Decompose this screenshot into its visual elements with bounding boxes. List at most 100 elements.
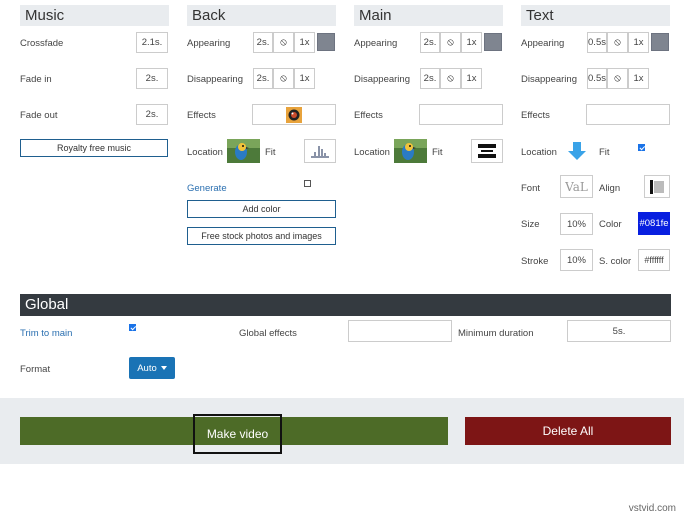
text-location-picker[interactable]	[560, 139, 593, 163]
text-title: Text	[526, 7, 554, 24]
main-effects-picker[interactable]	[419, 104, 503, 125]
stroke-input[interactable]: 10%	[560, 249, 593, 271]
text-effects-picker[interactable]	[586, 104, 670, 125]
effect-thumbnail-icon	[286, 106, 302, 123]
ban-icon: ⦸	[280, 72, 287, 84]
text-fit-checkbox[interactable]	[638, 144, 645, 151]
back-appearing-time[interactable]: 2s.	[253, 32, 273, 53]
back-disappearing-speed[interactable]: 1x	[294, 68, 315, 89]
fit-frame-icon	[478, 144, 496, 158]
color-label: Color	[599, 219, 622, 230]
ban-icon: ⦸	[280, 36, 287, 48]
fade-in-input[interactable]: 2s.	[136, 68, 168, 89]
main-appearing-time[interactable]: 2s.	[420, 32, 440, 53]
parrot-image-icon	[227, 139, 260, 163]
min-duration-label: Minimum duration	[458, 328, 534, 339]
back-title: Back	[192, 7, 226, 24]
make-video-label[interactable]: Make video	[193, 414, 282, 454]
text-appearing-ban-button[interactable]: ⦸	[607, 32, 628, 53]
fade-in-label: Fade in	[20, 74, 52, 85]
align-picker[interactable]	[644, 175, 670, 198]
back-fit-label: Fit	[265, 147, 276, 158]
text-appearing-swatch[interactable]	[651, 33, 669, 51]
text-disappearing-label: Disappearing	[521, 74, 577, 85]
ban-icon: ⦸	[447, 36, 454, 48]
back-location-label: Location	[187, 147, 223, 158]
royalty-free-music-button[interactable]: Royalty free music	[20, 139, 168, 157]
generate-link[interactable]: Generate	[187, 183, 227, 194]
back-appearing-speed[interactable]: 1x	[294, 32, 315, 53]
crossfade-input[interactable]: 2.1s.	[136, 32, 168, 53]
back-fit-picker[interactable]	[304, 139, 336, 163]
back-effects-label: Effects	[187, 110, 216, 121]
arrow-down-icon	[567, 142, 586, 160]
main-location-label: Location	[354, 147, 390, 158]
back-appearing-label: Appearing	[187, 38, 231, 49]
parrot-image-icon	[394, 139, 427, 163]
music-title: Music	[25, 7, 65, 24]
format-value: Auto	[137, 362, 157, 374]
main-appearing-label: Appearing	[354, 38, 398, 49]
watermark: vstvid.com	[628, 503, 676, 514]
ban-icon: ⦸	[614, 72, 621, 84]
s-color-input[interactable]: #ffffff	[638, 249, 670, 271]
text-appearing-speed[interactable]: 1x	[628, 32, 649, 53]
s-color-label: S. color	[599, 256, 632, 267]
main-disappearing-label: Disappearing	[354, 74, 410, 85]
main-title: Main	[359, 7, 392, 24]
global-effects-label: Global effects	[239, 328, 297, 339]
crossfade-label: Crossfade	[20, 38, 64, 49]
add-color-button[interactable]: Add color	[187, 200, 336, 218]
global-title: Global	[25, 296, 69, 313]
generate-checkbox[interactable]	[304, 180, 311, 187]
delete-all-button[interactable]: Delete All	[465, 417, 671, 445]
text-disappearing-ban-button[interactable]: ⦸	[607, 68, 628, 89]
main-disappearing-ban-button[interactable]: ⦸	[440, 68, 461, 89]
chevron-down-icon	[160, 366, 167, 370]
back-disappearing-ban-button[interactable]: ⦸	[273, 68, 294, 89]
color-input[interactable]: #081fe	[638, 212, 670, 235]
back-appearing-swatch[interactable]	[317, 33, 335, 51]
stroke-label: Stroke	[521, 256, 549, 267]
text-location-label: Location	[521, 147, 557, 158]
ban-icon: ⦸	[614, 36, 621, 48]
fade-out-input[interactable]: 2s.	[136, 104, 168, 125]
back-disappearing-label: Disappearing	[187, 74, 243, 85]
text-disappearing-speed[interactable]: 1x	[628, 68, 649, 89]
trim-to-main-checkbox[interactable]	[129, 324, 136, 331]
back-effects-picker[interactable]	[252, 104, 336, 125]
align-label: Align	[599, 183, 621, 194]
free-stock-photos-button[interactable]: Free stock photos and images	[187, 227, 336, 245]
main-disappearing-speed[interactable]: 1x	[461, 68, 482, 89]
font-picker[interactable]: VaL	[560, 175, 593, 198]
main-appearing-speed[interactable]: 1x	[461, 32, 482, 53]
main-fit-label: Fit	[432, 147, 443, 158]
back-disappearing-time[interactable]: 2s.	[253, 68, 273, 89]
back-location-thumbnail[interactable]	[227, 139, 260, 163]
text-effects-label: Effects	[521, 110, 550, 121]
main-fit-picker[interactable]	[471, 139, 503, 163]
main-disappearing-time[interactable]: 2s.	[420, 68, 440, 89]
global-effects-input[interactable]	[348, 320, 452, 342]
ban-icon: ⦸	[447, 72, 454, 84]
format-dropdown[interactable]: Auto	[129, 357, 175, 379]
size-input[interactable]: 10%	[560, 213, 593, 235]
fade-out-label: Fade out	[20, 110, 58, 121]
text-appearing-time[interactable]: 0.5s	[587, 32, 607, 53]
main-location-thumbnail[interactable]	[394, 139, 427, 163]
global-header: Global	[20, 294, 671, 316]
music-header: Music	[20, 5, 169, 26]
back-appearing-ban-button[interactable]: ⦸	[273, 32, 294, 53]
text-disappearing-time[interactable]: 0.5s	[587, 68, 607, 89]
text-fit-label: Fit	[599, 147, 610, 158]
main-appearing-ban-button[interactable]: ⦸	[440, 32, 461, 53]
trim-to-main-label: Trim to main	[20, 328, 73, 339]
main-effects-label: Effects	[354, 110, 383, 121]
min-duration-input[interactable]: 5s.	[567, 320, 671, 342]
main-header: Main	[354, 5, 503, 26]
text-appearing-label: Appearing	[521, 38, 565, 49]
main-appearing-swatch[interactable]	[484, 33, 502, 51]
text-header: Text	[521, 5, 670, 26]
fit-bars-icon	[311, 146, 329, 158]
back-header: Back	[187, 5, 336, 26]
